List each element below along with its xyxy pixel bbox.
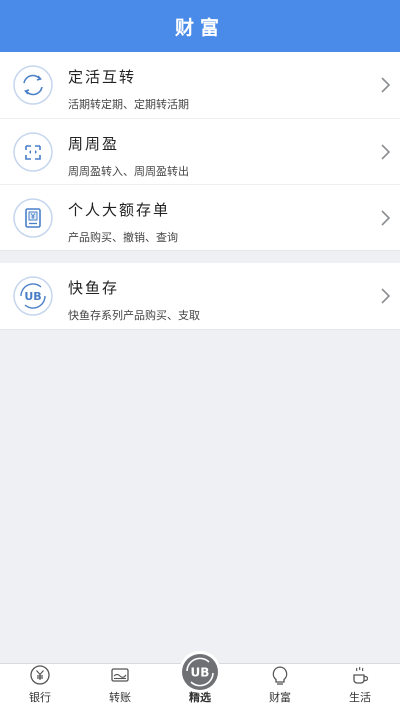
app-header: 财富 (0, 0, 400, 52)
menu-item-fixed-current-transfer[interactable]: 定活互转 活期转定期、定期转活期 (0, 52, 400, 118)
wealth-menu: 定活互转 活期转定期、定期转活期 周周盈 周周盈转入、周周盈转出 个人大额存单 … (0, 52, 400, 663)
page-title: 财富 (174, 16, 225, 39)
tab-label: 财富 (269, 691, 291, 704)
tab-featured[interactable]: UB 精选 (160, 651, 240, 711)
chevron-right-icon (381, 209, 391, 226)
menu-item-large-deposit-certificate[interactable]: 个人大额存单 产品购买、撤销、查询 (0, 184, 400, 250)
bottom-tab-bar: 银行 转账 UB 精选 财富 生活 (0, 651, 400, 711)
menu-item-subtitle: 快鱼存系列产品购买、支取 (68, 309, 200, 322)
tab-wealth[interactable]: 财富 (240, 664, 320, 711)
tab-label: 生活 (349, 691, 371, 704)
chevron-right-icon (381, 143, 391, 160)
menu-group-savings: 定活互转 活期转定期、定期转活期 周周盈 周周盈转入、周周盈转出 个人大额存单 … (0, 52, 400, 251)
chevron-right-icon (381, 77, 391, 93)
ub-logo-icon: UB (179, 651, 221, 693)
wealth-icon (272, 666, 288, 685)
menu-item-subtitle: 周周盈转入、周周盈转出 (68, 165, 189, 178)
deposit-certificate-icon (13, 197, 53, 238)
menu-group-kuaiyucun: UB 快鱼存 快鱼存系列产品购买、支取 (0, 263, 400, 330)
svg-text:UB: UB (191, 666, 210, 680)
svg-text:UB: UB (24, 290, 41, 303)
tab-bank[interactable]: 银行 (0, 664, 80, 711)
ub-logo-icon: UB (13, 276, 53, 316)
menu-item-title: 定活互转 (68, 68, 137, 86)
menu-item-kuaiyucun[interactable]: UB 快鱼存 快鱼存系列产品购买、支取 (0, 263, 400, 329)
menu-item-title: 周周盈 (68, 135, 120, 153)
tab-transfer[interactable]: 转账 (80, 664, 160, 711)
life-icon (353, 666, 369, 684)
bank-icon (30, 665, 50, 685)
tab-life[interactable]: 生活 (320, 664, 400, 711)
menu-item-title: 个人大额存单 (68, 201, 171, 219)
tab-label: 银行 (29, 691, 51, 704)
menu-item-subtitle: 活期转定期、定期转活期 (68, 98, 189, 111)
menu-item-title: 快鱼存 (68, 279, 120, 297)
tab-label: 转账 (109, 691, 131, 704)
menu-item-weekly-fund[interactable]: 周周盈 周周盈转入、周周盈转出 (0, 118, 400, 184)
transfer-icon (111, 668, 129, 682)
weekly-fund-icon (13, 131, 53, 172)
chevron-right-icon (381, 288, 391, 304)
menu-item-subtitle: 产品购买、撤销、查询 (68, 231, 178, 244)
exchange-cycle-icon (13, 65, 53, 105)
